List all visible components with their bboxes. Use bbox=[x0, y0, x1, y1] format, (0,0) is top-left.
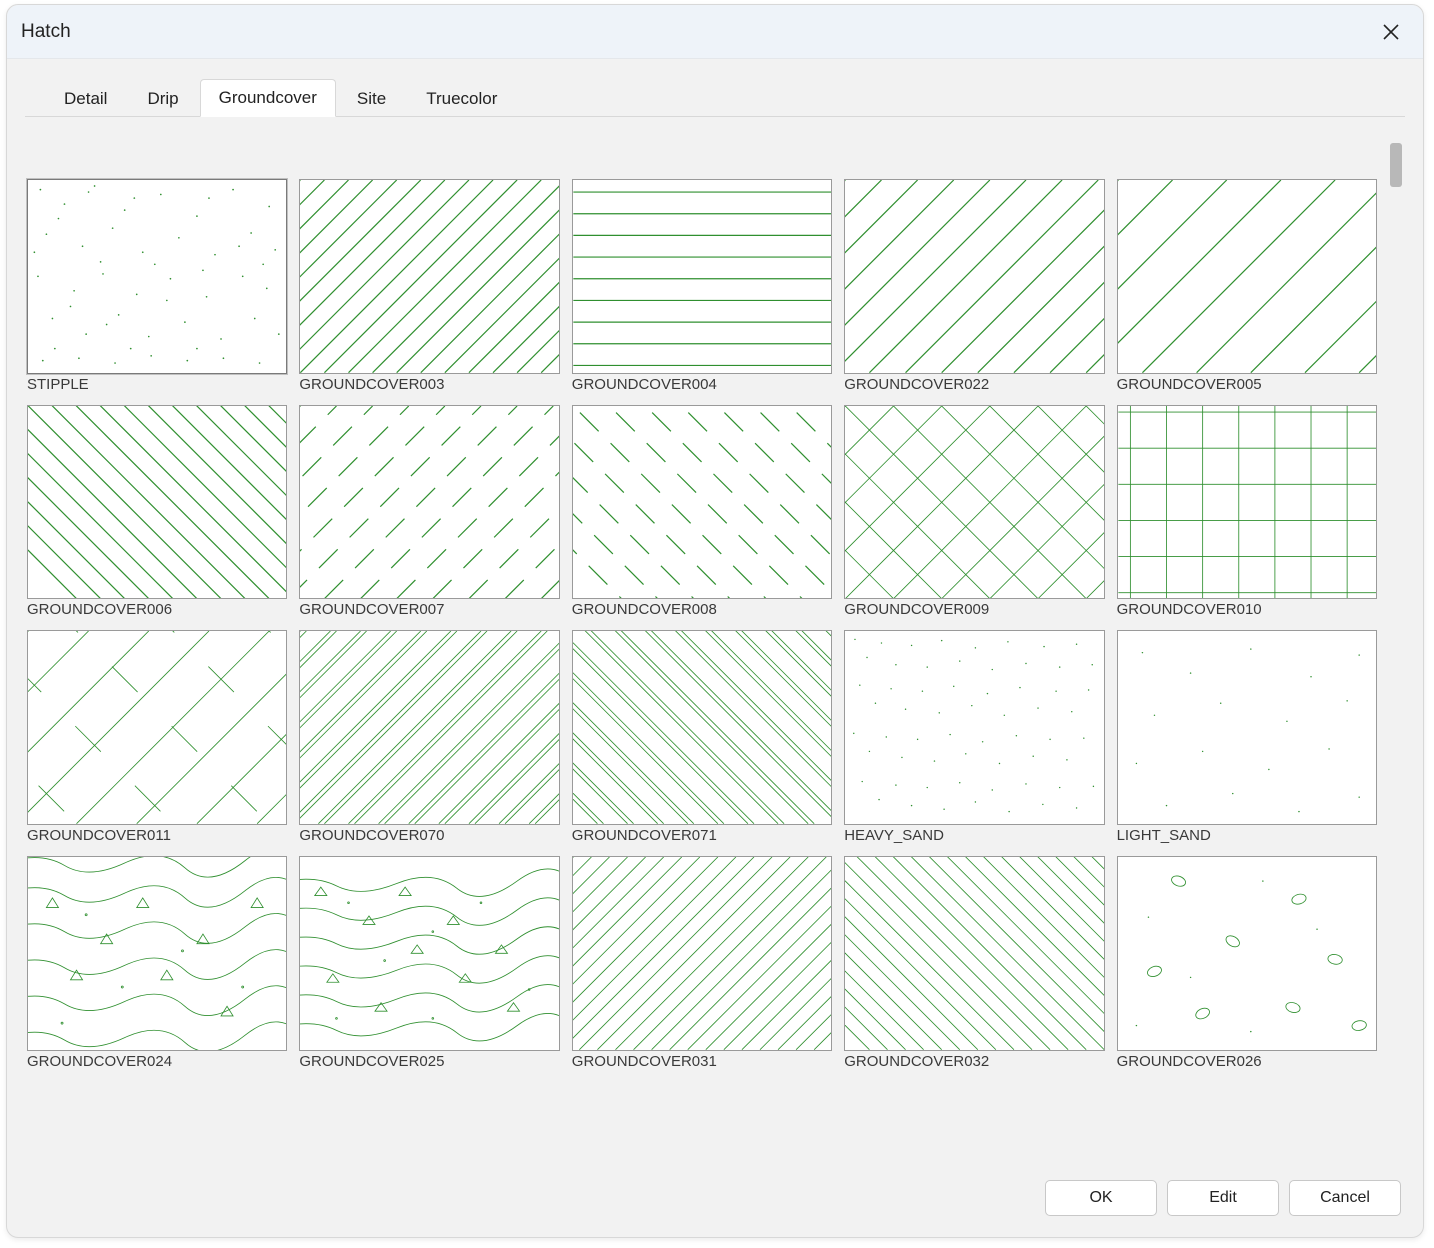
pattern-item[interactable]: STIPPLE bbox=[27, 179, 287, 393]
pattern-swatch bbox=[299, 630, 559, 825]
close-button[interactable] bbox=[1371, 12, 1411, 52]
pattern-label: LIGHT_SAND bbox=[1117, 827, 1377, 844]
pattern-item[interactable]: GROUNDCOVER022 bbox=[844, 179, 1104, 393]
pattern-label: GROUNDCOVER022 bbox=[844, 376, 1104, 393]
pattern-item[interactable]: GROUNDCOVER032 bbox=[844, 856, 1104, 1070]
pattern-swatch bbox=[1117, 405, 1377, 600]
pattern-label: GROUNDCOVER070 bbox=[299, 827, 559, 844]
pattern-item[interactable]: GROUNDCOVER011 bbox=[27, 630, 287, 844]
tab-site[interactable]: Site bbox=[338, 80, 405, 117]
pattern-item[interactable]: GROUNDCOVER025 bbox=[299, 856, 559, 1070]
pattern-item[interactable]: HEAVY_SAND bbox=[844, 630, 1104, 844]
pattern-swatch bbox=[572, 630, 832, 825]
pattern-item[interactable]: GROUNDCOVER071 bbox=[572, 630, 832, 844]
pattern-panel: STIPPLE GROUNDCOVER003 GROUNDCOVER bbox=[25, 129, 1405, 1173]
pattern-label: GROUNDCOVER026 bbox=[1117, 1053, 1377, 1070]
dialog-footer: OK Edit Cancel bbox=[7, 1173, 1423, 1237]
pattern-label: GROUNDCOVER010 bbox=[1117, 601, 1377, 618]
pattern-swatch bbox=[572, 179, 832, 374]
pattern-swatch bbox=[844, 179, 1104, 374]
pattern-label: STIPPLE bbox=[27, 376, 287, 393]
pattern-item[interactable]: GROUNDCOVER024 bbox=[27, 856, 287, 1070]
pattern-swatch bbox=[572, 405, 832, 600]
pattern-swatch bbox=[1117, 856, 1377, 1051]
pattern-item[interactable]: GROUNDCOVER026 bbox=[1117, 856, 1377, 1070]
pattern-swatch bbox=[27, 179, 287, 374]
pattern-swatch bbox=[1117, 630, 1377, 825]
pattern-label: GROUNDCOVER031 bbox=[572, 1053, 832, 1070]
pattern-item[interactable]: GROUNDCOVER008 bbox=[572, 405, 832, 619]
pattern-label: GROUNDCOVER003 bbox=[299, 376, 559, 393]
pattern-label: GROUNDCOVER006 bbox=[27, 601, 287, 618]
pattern-item[interactable]: GROUNDCOVER004 bbox=[572, 179, 832, 393]
titlebar: Hatch bbox=[7, 5, 1423, 59]
pattern-item[interactable]: GROUNDCOVER003 bbox=[299, 179, 559, 393]
pattern-label: GROUNDCOVER005 bbox=[1117, 376, 1377, 393]
pattern-swatch bbox=[844, 405, 1104, 600]
pattern-swatch bbox=[27, 856, 287, 1051]
pattern-swatch bbox=[299, 179, 559, 374]
hatch-dialog: Hatch Detail Drip Groundcover Site Truec… bbox=[6, 4, 1424, 1238]
pattern-item[interactable]: GROUNDCOVER010 bbox=[1117, 405, 1377, 619]
close-icon bbox=[1382, 23, 1400, 41]
pattern-swatch bbox=[299, 856, 559, 1051]
pattern-item[interactable]: GROUNDCOVER005 bbox=[1117, 179, 1377, 393]
pattern-label: GROUNDCOVER008 bbox=[572, 601, 832, 618]
pattern-label: GROUNDCOVER071 bbox=[572, 827, 832, 844]
pattern-label: HEAVY_SAND bbox=[844, 827, 1104, 844]
pattern-item[interactable]: GROUNDCOVER007 bbox=[299, 405, 559, 619]
tab-detail[interactable]: Detail bbox=[45, 80, 126, 117]
pattern-swatch bbox=[299, 405, 559, 600]
tab-drip[interactable]: Drip bbox=[128, 80, 197, 117]
pattern-swatch bbox=[27, 630, 287, 825]
pattern-label: GROUNDCOVER032 bbox=[844, 1053, 1104, 1070]
tab-strip: Detail Drip Groundcover Site Truecolor bbox=[25, 69, 1405, 117]
pattern-label: GROUNDCOVER009 bbox=[844, 601, 1104, 618]
pattern-item[interactable]: GROUNDCOVER031 bbox=[572, 856, 832, 1070]
scroll-thumb[interactable] bbox=[1390, 143, 1402, 187]
pattern-swatch bbox=[844, 856, 1104, 1051]
cancel-button[interactable]: Cancel bbox=[1289, 1180, 1401, 1216]
pattern-swatch bbox=[1117, 179, 1377, 374]
tab-truecolor[interactable]: Truecolor bbox=[407, 80, 516, 117]
pattern-swatch bbox=[27, 405, 287, 600]
pattern-label: GROUNDCOVER007 bbox=[299, 601, 559, 618]
pattern-swatch bbox=[844, 630, 1104, 825]
tab-groundcover[interactable]: Groundcover bbox=[200, 79, 336, 117]
ok-button[interactable]: OK bbox=[1045, 1180, 1157, 1216]
pattern-label: GROUNDCOVER004 bbox=[572, 376, 832, 393]
pattern-item[interactable]: GROUNDCOVER006 bbox=[27, 405, 287, 619]
pattern-item[interactable]: LIGHT_SAND bbox=[1117, 630, 1377, 844]
window-title: Hatch bbox=[21, 21, 1371, 43]
pattern-label: GROUNDCOVER024 bbox=[27, 1053, 287, 1070]
edit-button[interactable]: Edit bbox=[1167, 1180, 1279, 1216]
vertical-scrollbar[interactable] bbox=[1387, 129, 1405, 1173]
pattern-label: GROUNDCOVER011 bbox=[27, 827, 287, 844]
pattern-item[interactable]: GROUNDCOVER009 bbox=[844, 405, 1104, 619]
pattern-label: GROUNDCOVER025 bbox=[299, 1053, 559, 1070]
pattern-item[interactable]: GROUNDCOVER070 bbox=[299, 630, 559, 844]
pattern-grid: STIPPLE GROUNDCOVER003 GROUNDCOVER bbox=[25, 129, 1383, 1173]
pattern-swatch bbox=[572, 856, 832, 1051]
